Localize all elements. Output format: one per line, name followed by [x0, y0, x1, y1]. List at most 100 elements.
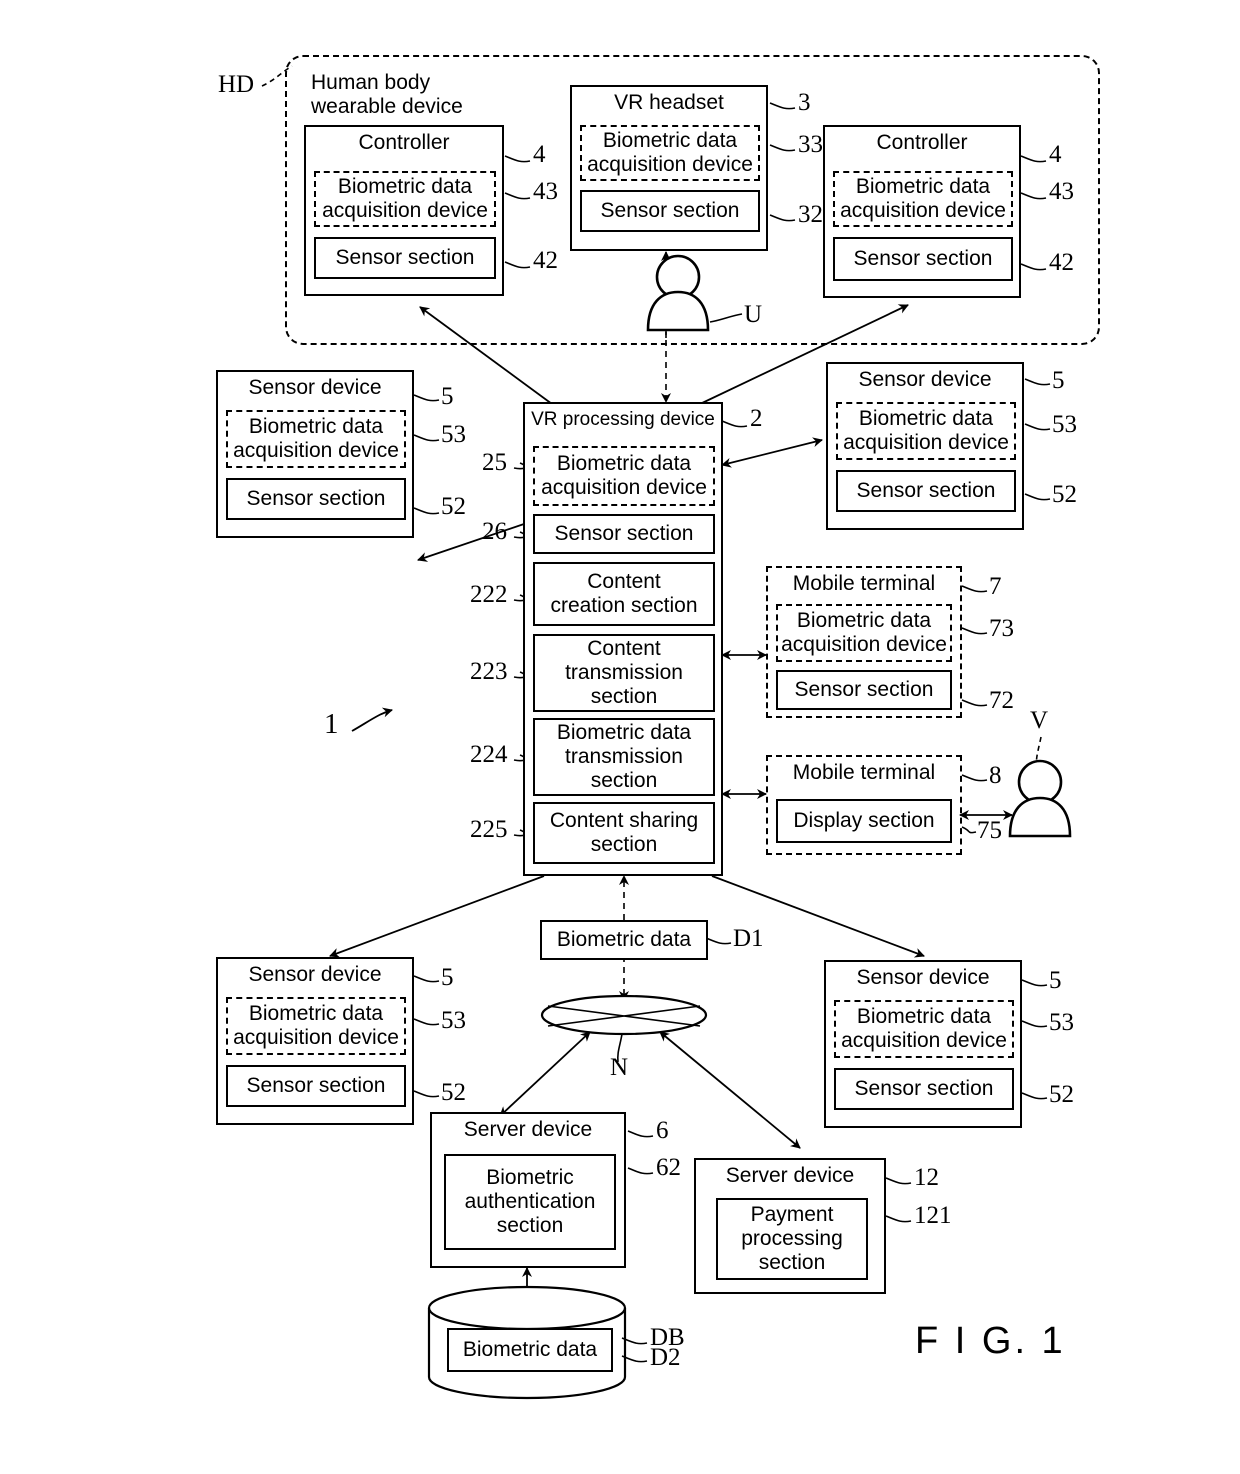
mobile-terminal-7: Mobile terminal Biometric data acquisiti… — [766, 566, 962, 718]
system-ref-label: 1 — [324, 708, 339, 740]
database-record-box: Biometric data — [447, 1328, 613, 1372]
ref-sensor-device-bottom-left-sensor: 52 — [441, 1079, 466, 1106]
sensor-device-bottom-left-biometric-label: Biometric data acquisition device — [233, 1002, 399, 1049]
ref-vrpd-content-sharing: 225 — [470, 816, 508, 843]
ref-sensor-device-top-left-biometric: 53 — [441, 421, 466, 448]
user-u-tag: U — [744, 301, 763, 328]
sensor-device-bottom-right: Sensor device Biometric data acquisition… — [824, 960, 1022, 1128]
vrpd-sensor-section-label: Sensor section — [554, 522, 694, 545]
hd-group-title: Human body wearable device — [311, 71, 463, 118]
mobile-terminal-8-display-label: Display section — [793, 809, 935, 832]
mobile-terminal-7-sensor-label: Sensor section — [794, 678, 934, 701]
controller-left-biometric-label: Biometric data acquisition device — [322, 175, 488, 222]
figure-label: F I G. 1 — [915, 1320, 1066, 1362]
server-device-12: Server device Payment processing section — [694, 1158, 886, 1294]
ref-controller-right: 4 — [1049, 141, 1062, 168]
sensor-device-bottom-left-sensor-box: Sensor section — [226, 1065, 406, 1107]
controller-left-sensor-label: Sensor section — [335, 246, 475, 269]
ref-mobile-terminal-8-display: 75 — [977, 817, 1002, 844]
vrpd-content-transmission-label: Content transmission section — [565, 637, 683, 708]
ref-server-device-12-payment: 121 — [914, 1202, 952, 1229]
mobile-terminal-8: Mobile terminal Display section — [766, 755, 962, 855]
ref-sensor-device-bottom-left: 5 — [441, 964, 454, 991]
ref-database-record: D2 — [650, 1344, 681, 1371]
sensor-device-bottom-left: Sensor device Biometric data acquisition… — [216, 957, 414, 1125]
ref-server-device-12: 12 — [914, 1164, 939, 1191]
vr-headset-biometric-label: Biometric data acquisition device — [587, 129, 753, 176]
server-device-6: Server device Biometric authentication s… — [430, 1112, 626, 1268]
database-record-label: Biometric data — [462, 1338, 598, 1361]
server-device-12-title: Server device — [725, 1164, 855, 1187]
server-device-12-payment-label: Payment processing section — [741, 1203, 843, 1274]
ref-sensor-device-top-right-biometric: 53 — [1052, 411, 1077, 438]
vr-headset-sensor-box: Sensor section — [580, 190, 760, 232]
sensor-device-top-left-sensor-box: Sensor section — [226, 478, 406, 520]
ref-sensor-device-bottom-right-sensor: 52 — [1049, 1081, 1074, 1108]
controller-left-title: Controller — [358, 131, 450, 154]
mobile-terminal-7-biometric-box: Biometric data acquisition device — [776, 604, 952, 662]
ref-controller-left-biometric: 43 — [533, 178, 558, 205]
mobile-terminal-8-display-box: Display section — [776, 799, 952, 843]
ref-vr-headset: 3 — [798, 89, 811, 116]
vrpd-biometric-acquisition-label: Biometric data acquisition device — [541, 452, 707, 499]
server-device-6-auth-box: Biometric authentication section — [444, 1154, 616, 1250]
hd-group-tag: HD — [218, 71, 255, 98]
server-device-12-payment-box: Payment processing section — [716, 1198, 868, 1280]
user-v-figure — [1008, 759, 1072, 838]
ref-sensor-device-bottom-right-biometric: 53 — [1049, 1009, 1074, 1036]
vrpd-content-transmission-box: Content transmission section — [533, 634, 715, 712]
ref-vr-headset-sensor: 32 — [798, 201, 823, 228]
biometric-data-d1-box: Biometric data — [540, 920, 708, 960]
mobile-terminal-7-sensor-box: Sensor section — [776, 670, 952, 710]
vr-headset-biometric-box: Biometric data acquisition device — [580, 125, 760, 181]
sensor-device-top-right-biometric-box: Biometric data acquisition device — [836, 402, 1016, 460]
ref-mobile-terminal-7-sensor: 72 — [989, 687, 1014, 714]
sensor-device-top-right: Sensor device Biometric data acquisition… — [826, 362, 1024, 530]
ref-sensor-device-top-left: 5 — [441, 383, 454, 410]
sensor-device-top-right-sensor-box: Sensor section — [836, 470, 1016, 512]
ref-mobile-terminal-7-biometric: 73 — [989, 615, 1014, 642]
ref-server-device-6: 6 — [656, 1117, 669, 1144]
vr-headset-sensor-label: Sensor section — [600, 199, 740, 222]
mobile-terminal-7-biometric-label: Biometric data acquisition device — [781, 609, 947, 656]
ref-controller-left: 4 — [533, 141, 546, 168]
ref-controller-left-sensor: 42 — [533, 247, 558, 274]
controller-right: Controller Biometric data acquisition de… — [823, 125, 1021, 298]
sensor-device-top-right-sensor-label: Sensor section — [856, 479, 996, 502]
mobile-terminal-7-title: Mobile terminal — [792, 572, 936, 595]
mobile-terminal-8-title: Mobile terminal — [792, 761, 936, 784]
controller-right-sensor-label: Sensor section — [853, 247, 993, 270]
sensor-device-top-left-biometric-box: Biometric data acquisition device — [226, 410, 406, 468]
controller-right-biometric-label: Biometric data acquisition device — [840, 175, 1006, 222]
patent-figure-1: Human body wearable device HD Controller… — [0, 0, 1240, 1474]
ref-vrpd-biometric-transmission: 224 — [470, 741, 508, 768]
user-v-tag: V — [1030, 707, 1049, 734]
sensor-device-bottom-right-sensor-label: Sensor section — [854, 1077, 994, 1100]
ref-server-device-6-auth: 62 — [656, 1154, 681, 1181]
sensor-device-bottom-left-sensor-label: Sensor section — [246, 1074, 386, 1097]
vr-processing-device: VR processing device Biometric data acqu… — [523, 402, 723, 876]
server-device-6-title: Server device — [463, 1118, 593, 1141]
ref-vrpd-content-transmission: 223 — [470, 658, 508, 685]
sensor-device-top-left-title: Sensor device — [248, 376, 382, 399]
vrpd-biometric-transmission-box: Biometric data transmission section — [533, 718, 715, 796]
sensor-device-bottom-right-biometric-box: Biometric data acquisition device — [834, 1000, 1014, 1058]
sensor-device-bottom-right-sensor-box: Sensor section — [834, 1068, 1014, 1110]
ref-vr-headset-biometric: 33 — [798, 131, 823, 158]
server-device-6-auth-label: Biometric authentication section — [464, 1166, 596, 1237]
ref-controller-right-sensor: 42 — [1049, 249, 1074, 276]
sensor-device-top-right-biometric-label: Biometric data acquisition device — [843, 407, 1009, 454]
controller-left-biometric-box: Biometric data acquisition device — [314, 171, 496, 227]
vrpd-sensor-section-box: Sensor section — [533, 514, 715, 554]
ref-sensor-device-bottom-right: 5 — [1049, 967, 1062, 994]
ref-mobile-terminal-7: 7 — [989, 573, 1002, 600]
biometric-data-d1-label: Biometric data — [556, 928, 692, 951]
ref-mobile-terminal-8: 8 — [989, 762, 1002, 789]
sensor-device-bottom-right-biometric-label: Biometric data acquisition device — [841, 1005, 1007, 1052]
vrpd-content-sharing-box: Content sharing section — [533, 802, 715, 864]
sensor-device-top-left-sensor-label: Sensor section — [246, 487, 386, 510]
ref-biometric-data-d1: D1 — [733, 925, 764, 952]
vrpd-content-creation-box: Content creation section — [533, 562, 715, 626]
ref-vrpd-sensor-section: 26 — [482, 518, 507, 545]
vr-headset-title: VR headset — [614, 91, 724, 114]
